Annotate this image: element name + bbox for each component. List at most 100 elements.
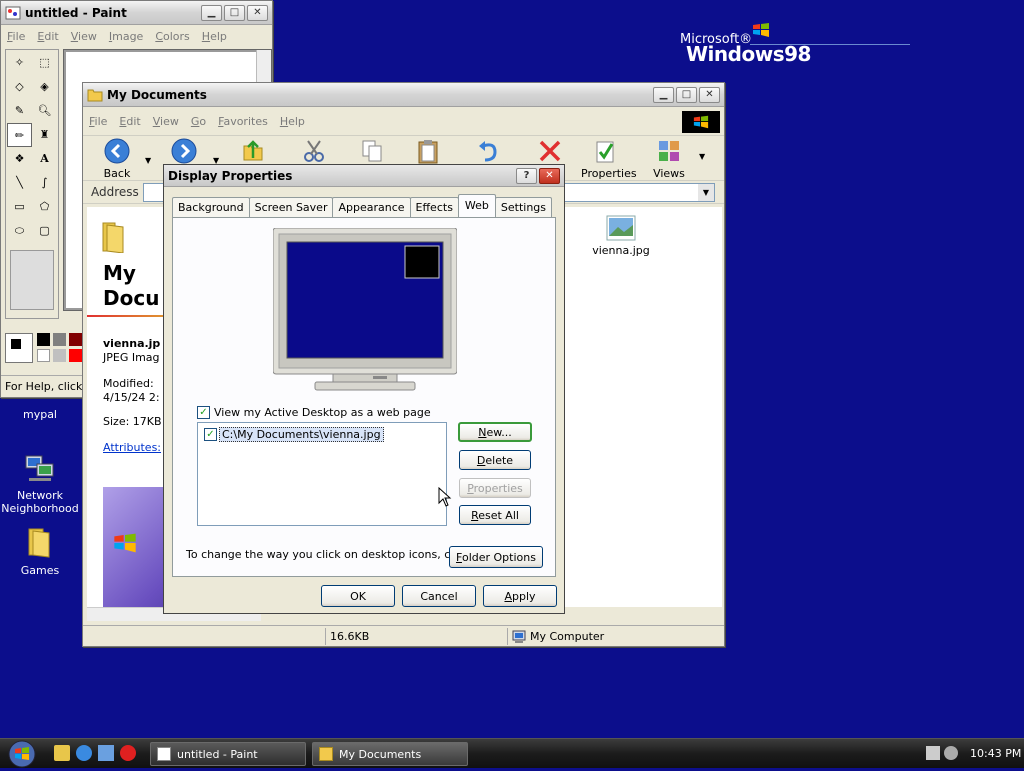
- menu-image[interactable]: Image: [109, 30, 143, 43]
- list-item[interactable]: ✓ C:\My Documents\vienna.jpg: [204, 427, 384, 442]
- reset-all-button[interactable]: Reset All: [459, 505, 531, 525]
- list-item-checkbox[interactable]: ✓: [204, 428, 217, 441]
- close-button[interactable]: ✕: [247, 4, 268, 21]
- mydocs-titlebar[interactable]: My Documents ▁ □ ✕: [83, 83, 724, 107]
- minimize-button[interactable]: ▁: [201, 4, 222, 21]
- quick-launch-mail-icon[interactable]: [98, 745, 114, 761]
- close-button[interactable]: ✕: [539, 167, 560, 184]
- curve-icon[interactable]: ∫: [32, 171, 57, 195]
- tool-options[interactable]: [10, 250, 54, 310]
- pencil-icon[interactable]: ✏: [7, 123, 32, 147]
- active-desktop-checkbox-row[interactable]: ✓ View my Active Desktop as a web page: [197, 406, 431, 419]
- polygon-icon[interactable]: ⬠: [32, 195, 57, 219]
- paint-status-text: For Help, click H: [5, 380, 95, 393]
- active-desktop-checkbox[interactable]: ✓: [197, 406, 210, 419]
- desktop-icon-network[interactable]: Network Neighborhood: [0, 450, 80, 515]
- menu-file[interactable]: File: [7, 30, 25, 43]
- tab-web[interactable]: Web: [457, 194, 496, 217]
- maximize-button[interactable]: □: [676, 86, 697, 103]
- color-swatch[interactable]: [53, 333, 66, 346]
- text-icon[interactable]: A: [32, 147, 57, 171]
- magnifier-icon[interactable]: 🔍︎: [32, 99, 57, 123]
- properties-icon: [596, 141, 614, 163]
- cut-button[interactable]: [301, 138, 327, 167]
- picker-icon[interactable]: ✎: [7, 99, 32, 123]
- menu-help[interactable]: Help: [280, 115, 305, 128]
- menu-view[interactable]: View: [71, 30, 97, 43]
- color-swatch[interactable]: [53, 349, 66, 362]
- delete-button[interactable]: Delete: [459, 450, 531, 470]
- menu-go[interactable]: Go: [191, 115, 206, 128]
- line-icon[interactable]: ╲: [7, 171, 32, 195]
- tab-appearance[interactable]: Appearance: [332, 197, 411, 217]
- close-button[interactable]: ✕: [699, 86, 720, 103]
- paint-toolbox: ✧ ⬚ ◇ ◈ ✎ 🔍︎ ✏ ♜ ❖ A ╲ ∫ ▭ ⬠ ⬭ ▢: [5, 49, 59, 319]
- ellipse-icon[interactable]: ⬭: [7, 219, 32, 243]
- brush-icon[interactable]: ♜: [32, 123, 57, 147]
- eraser-icon[interactable]: ◇: [7, 75, 32, 99]
- rectangle-icon[interactable]: ▭: [7, 195, 32, 219]
- color-swatch[interactable]: [69, 349, 82, 362]
- tray-keyboard-icon[interactable]: [926, 746, 940, 760]
- dialog-titlebar[interactable]: Display Properties ? ✕: [164, 165, 564, 187]
- attributes-link[interactable]: Attributes:: [103, 441, 161, 454]
- task-my-documents[interactable]: My Documents: [312, 742, 468, 766]
- rounded-rect-icon[interactable]: ▢: [32, 219, 57, 243]
- apply-button[interactable]: Apply: [483, 585, 557, 607]
- views-dropdown-icon[interactable]: ▼: [699, 152, 705, 161]
- color-swatch[interactable]: [37, 333, 50, 346]
- up-folder-button[interactable]: [241, 138, 265, 167]
- tab-screen-saver[interactable]: Screen Saver: [248, 197, 334, 217]
- start-button[interactable]: [4, 740, 44, 768]
- new-button[interactable]: New...: [458, 422, 532, 442]
- back-dropdown-icon[interactable]: ▼: [145, 156, 151, 165]
- current-colors[interactable]: [5, 333, 33, 363]
- menu-view[interactable]: View: [153, 115, 179, 128]
- help-button[interactable]: ?: [516, 167, 537, 184]
- tab-effects[interactable]: Effects: [409, 197, 459, 217]
- tray-network-icon[interactable]: [944, 746, 958, 760]
- clipboard-icon: [418, 140, 438, 164]
- color-swatch[interactable]: [69, 333, 82, 346]
- forward-button[interactable]: [171, 138, 197, 167]
- quick-launch-folder-icon[interactable]: [54, 745, 70, 761]
- task-paint[interactable]: untitled - Paint: [150, 742, 306, 766]
- ok-button[interactable]: OK: [321, 585, 395, 607]
- paint-titlebar[interactable]: untitled - Paint ▁ □ ✕: [1, 1, 272, 25]
- back-button[interactable]: Back: [97, 138, 137, 180]
- quick-launch-ie-icon[interactable]: [76, 745, 92, 761]
- paste-button[interactable]: [415, 138, 441, 167]
- delete-button[interactable]: [537, 138, 563, 167]
- menu-edit[interactable]: Edit: [119, 115, 140, 128]
- free-select-icon[interactable]: ✧: [7, 51, 32, 75]
- airbrush-icon[interactable]: ❖: [7, 147, 32, 171]
- menu-colors[interactable]: Colors: [155, 30, 189, 43]
- maximize-button[interactable]: □: [224, 4, 245, 21]
- properties-button[interactable]: Properties: [581, 138, 637, 180]
- quick-launch-opera-icon[interactable]: [120, 745, 136, 761]
- menu-edit[interactable]: Edit: [37, 30, 58, 43]
- tab-settings[interactable]: Settings: [494, 197, 553, 217]
- file-item-vienna[interactable]: vienna.jpg: [581, 215, 661, 257]
- desktop-icon-games[interactable]: Games: [0, 525, 80, 577]
- display-properties-dialog[interactable]: Display Properties ? ✕ Background Screen…: [163, 164, 565, 614]
- address-dropdown-icon[interactable]: ▼: [698, 184, 714, 201]
- menu-file[interactable]: File: [89, 115, 107, 128]
- clock[interactable]: 10:43 PM: [970, 747, 1021, 760]
- views-button[interactable]: Views: [649, 138, 689, 180]
- scissors-icon: [304, 140, 324, 162]
- windows-throbber: [682, 111, 720, 133]
- menu-favorites[interactable]: Favorites: [218, 115, 268, 128]
- desktop-items-list[interactable]: ✓ C:\My Documents\vienna.jpg: [197, 422, 447, 526]
- menu-help[interactable]: Help: [202, 30, 227, 43]
- undo-button[interactable]: [475, 138, 501, 167]
- folder-options-button[interactable]: Folder Options: [449, 546, 543, 568]
- properties-button[interactable]: Properties: [459, 478, 531, 498]
- fill-icon[interactable]: ◈: [32, 75, 57, 99]
- select-icon[interactable]: ⬚: [32, 51, 57, 75]
- tab-background[interactable]: Background: [172, 197, 250, 217]
- color-swatch[interactable]: [37, 349, 50, 362]
- minimize-button[interactable]: ▁: [653, 86, 674, 103]
- copy-button[interactable]: [359, 138, 385, 167]
- cancel-button[interactable]: Cancel: [402, 585, 476, 607]
